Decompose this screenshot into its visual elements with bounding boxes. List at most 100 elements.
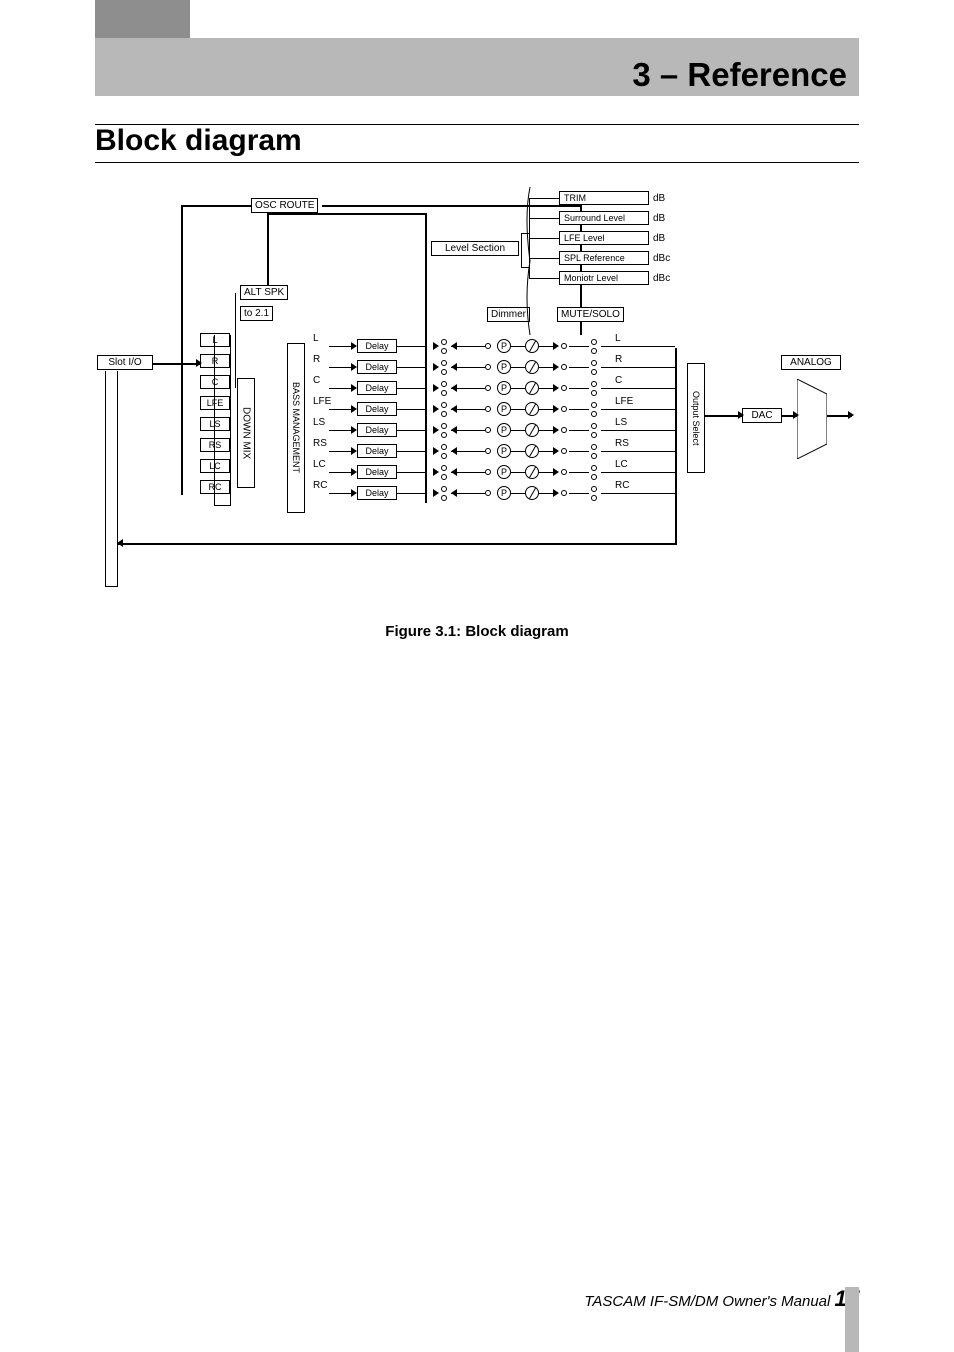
row-line-c-4 bbox=[511, 430, 525, 431]
channel-mid-ls: LS bbox=[313, 417, 325, 428]
row-line-f-6 bbox=[601, 472, 675, 473]
channel-mid-lc: LC bbox=[313, 459, 326, 470]
switch-c-bot-4 bbox=[591, 432, 597, 438]
page-footer: TASCAM IF-SM/DM Owner's Manual 17 bbox=[95, 1286, 859, 1312]
channel-right-l: L bbox=[615, 333, 621, 344]
row-line-e-2 bbox=[569, 388, 589, 389]
channel-right-ls: LS bbox=[615, 417, 627, 428]
osc-line-top bbox=[181, 205, 251, 207]
row-line-a-3 bbox=[397, 409, 427, 410]
delay-in-line-5 bbox=[329, 451, 353, 452]
bus-vert-osc bbox=[181, 205, 183, 495]
switch-a-bot-5 bbox=[441, 453, 447, 459]
channel-left-rs: RS bbox=[200, 438, 230, 452]
row-line-f-1 bbox=[601, 367, 675, 368]
switch-c-top-2 bbox=[591, 381, 597, 387]
p-circle-0: P bbox=[497, 339, 511, 353]
channel-mid-rs: RS bbox=[313, 438, 327, 449]
ch1-bus-left bbox=[214, 335, 215, 505]
switch-a-top-7 bbox=[441, 486, 447, 492]
slash-circle-5 bbox=[525, 444, 539, 458]
alt-spk-box: ALT SPK bbox=[240, 285, 288, 300]
os-dac-arr bbox=[738, 411, 744, 419]
row-line-a-1 bbox=[397, 367, 427, 368]
ch1-bus-bottom bbox=[214, 505, 231, 506]
row-line-e-6 bbox=[569, 472, 589, 473]
dac-box: DAC bbox=[742, 408, 782, 423]
row-arr-c-6 bbox=[553, 468, 559, 476]
row-line-a-6 bbox=[397, 472, 427, 473]
row-arr-back-5 bbox=[451, 447, 457, 455]
node-b-1 bbox=[561, 364, 567, 370]
row-arr-a-2 bbox=[433, 384, 439, 392]
delay-box-7: Delay bbox=[357, 486, 397, 500]
slash-circle-6 bbox=[525, 465, 539, 479]
delay-in-line-7 bbox=[329, 493, 353, 494]
row-line-f-7 bbox=[601, 493, 675, 494]
row-line-a-2 bbox=[397, 388, 427, 389]
delay-in-line-0 bbox=[329, 346, 353, 347]
row-line-e-7 bbox=[569, 493, 589, 494]
level-unit-3: dBc bbox=[653, 253, 670, 264]
switch-a-top-6 bbox=[441, 465, 447, 471]
return-arr bbox=[117, 539, 123, 547]
node-a-6 bbox=[485, 469, 491, 475]
level-unit-4: dBc bbox=[653, 273, 670, 284]
alt-drop bbox=[425, 213, 427, 503]
channel-right-lc: LC bbox=[615, 459, 628, 470]
node-b-5 bbox=[561, 448, 567, 454]
slot-io-bus-right bbox=[117, 371, 118, 586]
node-a-5 bbox=[485, 448, 491, 454]
chapter-header: 3 – Reference bbox=[95, 38, 859, 96]
switch-a-bot-1 bbox=[441, 369, 447, 375]
chapter-title: 3 – Reference bbox=[632, 56, 847, 94]
row-arr-c-3 bbox=[553, 405, 559, 413]
amp-out-arr bbox=[848, 411, 854, 419]
lvl-right-v bbox=[521, 233, 522, 267]
channel-right-lfe: LFE bbox=[615, 396, 633, 407]
switch-c-top-7 bbox=[591, 486, 597, 492]
os-dac bbox=[705, 415, 742, 417]
switch-c-bot-6 bbox=[591, 474, 597, 480]
row-line-c-1 bbox=[511, 367, 525, 368]
channel-left-lc: LC bbox=[200, 459, 230, 473]
node-a-0 bbox=[485, 343, 491, 349]
switch-c-top-5 bbox=[591, 444, 597, 450]
switch-a-top-1 bbox=[441, 360, 447, 366]
delay-box-0: Delay bbox=[357, 339, 397, 353]
level-item-4: Moniotr Level bbox=[559, 271, 649, 285]
row-line-a-4 bbox=[397, 430, 427, 431]
ch1-bus-right bbox=[230, 335, 231, 505]
slot-io-box: Slot I/O bbox=[97, 355, 153, 370]
row-line-e-5 bbox=[569, 451, 589, 452]
slash-circle-0 bbox=[525, 339, 539, 353]
channel-left-lfe: LFE bbox=[200, 396, 230, 410]
row-line-e-0 bbox=[569, 346, 589, 347]
row-arr-back-7 bbox=[451, 489, 457, 497]
row-line-c-6 bbox=[511, 472, 525, 473]
switch-c-top-4 bbox=[591, 423, 597, 429]
slash-circle-3 bbox=[525, 402, 539, 416]
row-line-e-3 bbox=[569, 409, 589, 410]
channel-left-rc: RC bbox=[200, 480, 230, 494]
row-line-f-2 bbox=[601, 388, 675, 389]
switch-a-bot-7 bbox=[441, 495, 447, 501]
switch-c-bot-3 bbox=[591, 411, 597, 417]
level-item-0: TRIM bbox=[559, 191, 649, 205]
delay-in-line-4 bbox=[329, 430, 353, 431]
level-item-3: SPL Reference bbox=[559, 251, 649, 265]
section-title: Block diagram bbox=[95, 124, 859, 163]
switch-c-bot-5 bbox=[591, 453, 597, 459]
row-line-e-4 bbox=[569, 430, 589, 431]
p-circle-3: P bbox=[497, 402, 511, 416]
switch-c-bot-0 bbox=[591, 348, 597, 354]
p-circle-1: P bbox=[497, 360, 511, 374]
channel-right-rc: RC bbox=[615, 480, 629, 491]
switch-a-top-2 bbox=[441, 381, 447, 387]
node-a-4 bbox=[485, 427, 491, 433]
row-line-a-0 bbox=[397, 346, 427, 347]
row-line-f-5 bbox=[601, 451, 675, 452]
dac-amp-arr bbox=[793, 411, 799, 419]
slash-circle-1 bbox=[525, 360, 539, 374]
node-b-3 bbox=[561, 406, 567, 412]
